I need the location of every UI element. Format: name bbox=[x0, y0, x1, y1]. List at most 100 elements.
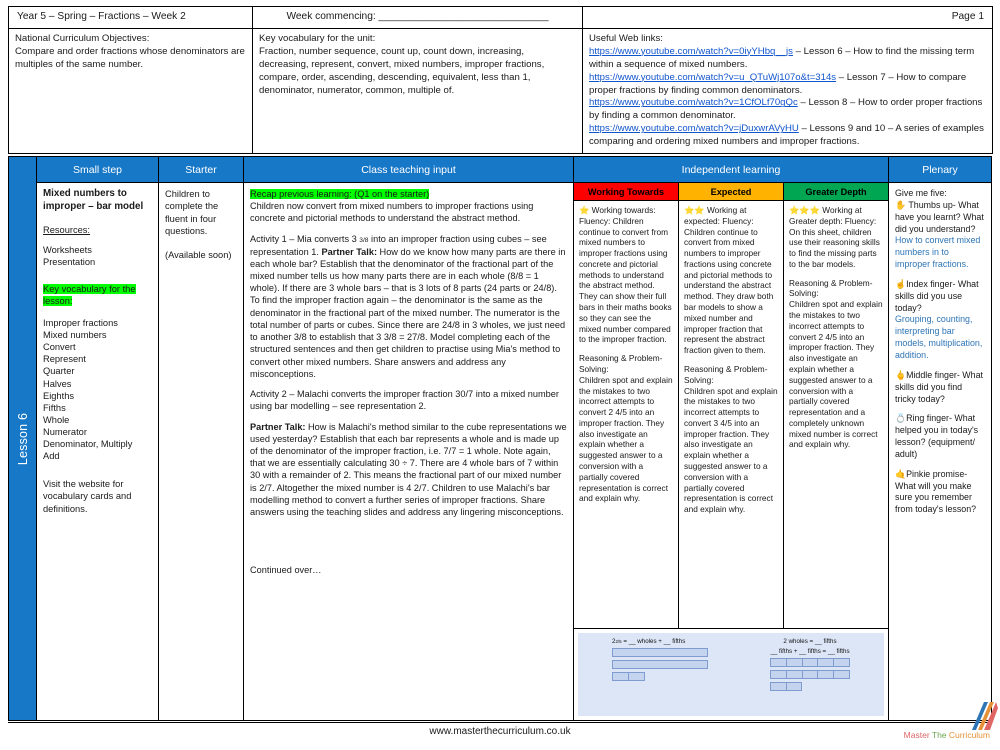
small-step-title: Mixed numbers to improper – bar model bbox=[43, 188, 144, 212]
bar-whole bbox=[612, 648, 708, 657]
teaching-recap-highlight: Recap previous learning: (Q1 on the star… bbox=[250, 189, 430, 199]
teaching-intro: Children now convert from mixed numbers … bbox=[250, 201, 534, 224]
web-link-url[interactable]: https://www.youtube.com/watch?v=0iyYHbq_… bbox=[589, 46, 793, 57]
teaching-recap: Recap previous learning: (Q1 on the star… bbox=[250, 188, 567, 200]
column-header-starter: Starter bbox=[159, 157, 243, 183]
nc-objectives-cell: National Curriculum Objectives: Compare … bbox=[8, 27, 253, 155]
starter-text: Children to complete the fluent in four … bbox=[165, 189, 219, 236]
expected-rps-text: Children spot and explain the mistakes t… bbox=[684, 385, 778, 515]
vocab-item: Add bbox=[43, 451, 60, 462]
column-class-teaching-input: Class teaching input Recap previous lear… bbox=[244, 157, 574, 720]
lesson-plan-page: Year 5 – Spring – Fractions – Week 2 Wee… bbox=[0, 0, 1000, 750]
resource-item: Presentation bbox=[43, 257, 96, 268]
bar-model-right-caption-2: __ fifths + __ fifths = __ fifths bbox=[770, 648, 850, 655]
plenary-item: 🤙Pinkie promise- What will you make sure… bbox=[895, 469, 985, 516]
lesson-vocabulary-label: Key vocabulary for the lesson: bbox=[43, 283, 136, 306]
resources-label: Resources: bbox=[43, 224, 91, 235]
plenary-question: Middle finger- What skills did you find … bbox=[895, 369, 984, 404]
document-header-table: Year 5 – Spring – Fractions – Week 2 Wee… bbox=[8, 6, 993, 155]
star-icon: ⭐⭐⭐ bbox=[789, 205, 820, 215]
plenary-item: 💍Ring finger- What helped you in today's… bbox=[895, 413, 985, 460]
partner-talk-label-2: Partner Talk: bbox=[250, 421, 306, 432]
column-plenary: Plenary Give me five: ✋ Thumbs up- What … bbox=[889, 157, 991, 720]
web-link-row: https://www.youtube.com/watch?v=u_QTuWj1… bbox=[589, 72, 986, 98]
hand-icon: ☝ bbox=[895, 278, 907, 289]
vocab-item: Numerator bbox=[43, 426, 87, 437]
expected-rps-label: Reasoning & Problem-Solving: bbox=[684, 363, 768, 385]
plenary-item: 🖕Middle finger- What skills did you find… bbox=[895, 370, 985, 406]
plenary-question: Pinkie promise- What will you make sure … bbox=[895, 468, 977, 515]
bar-two-fifths bbox=[770, 682, 802, 691]
web-link-url[interactable]: https://www.youtube.com/watch?v=u_QTuWj1… bbox=[589, 72, 836, 83]
lesson-spine-label: Lesson 6 bbox=[15, 412, 30, 465]
starter-note: (Available soon) bbox=[165, 250, 232, 261]
teaching-activity-2: Activity 2 – Malachi converts the improp… bbox=[250, 389, 559, 412]
greater-depth-rps-label: Reasoning & Problem-Solving: bbox=[789, 277, 873, 299]
lesson-vocabulary-list: Improper fractions Mixed numbers Convert… bbox=[43, 317, 152, 462]
column-header-plenary: Plenary bbox=[889, 157, 991, 183]
column-header-teaching: Class teaching input bbox=[244, 157, 573, 183]
plenary-item: ☝Index finger- What skills did you use t… bbox=[895, 279, 985, 362]
nc-objectives-title: National Curriculum Objectives: bbox=[15, 32, 150, 44]
column-independent-learning: Independent learning Working Towards ⭐ W… bbox=[574, 157, 889, 720]
bar-whole bbox=[612, 660, 708, 669]
working-towards-body: ⭐ Working towards: Fluency: Children con… bbox=[574, 201, 678, 628]
header-year-term: Year 5 – Spring – Fractions – Week 2 bbox=[8, 6, 253, 29]
bar-part bbox=[612, 672, 645, 681]
bar-fifths bbox=[770, 670, 850, 679]
web-link-url[interactable]: https://www.youtube.com/watch?v=1CfOLf70… bbox=[589, 97, 798, 108]
header-page-number: Page 1 bbox=[582, 6, 993, 29]
bar-model-right-caption-1: 2 wholes = __ fifths bbox=[783, 638, 837, 645]
web-link-row: https://www.youtube.com/watch?v=0iyYHbq_… bbox=[589, 46, 986, 72]
small-step-footer-note: Visit the website for vocabulary cards a… bbox=[43, 479, 132, 514]
footer-divider bbox=[8, 722, 992, 723]
bar-fifths bbox=[770, 658, 850, 667]
web-link-row: https://www.youtube.com/watch?v=1CfOLf70… bbox=[589, 97, 986, 123]
subcolumn-expected: Expected ⭐⭐ Working at expected: Fluency… bbox=[679, 183, 784, 628]
lesson-spine: Lesson 6 bbox=[9, 157, 37, 720]
starter-body: Children to complete the fluent in four … bbox=[159, 183, 243, 720]
vocab-item: Represent bbox=[43, 354, 86, 365]
plenary-answer: Grouping, counting, interpreting bar mod… bbox=[895, 314, 983, 360]
greater-depth-rps-text: Children spot and explain the mistakes t… bbox=[789, 299, 883, 450]
bar-model-inner: 22/5 = __ wholes + __ fifths 2 wholes = … bbox=[578, 633, 884, 716]
hand-icon: 💍 bbox=[895, 413, 907, 424]
weekly-planner-grid: Lesson 6 Small step Mixed numbers to imp… bbox=[8, 156, 992, 721]
star-icon: ⭐ bbox=[579, 205, 590, 215]
vocab-item: Eighths bbox=[43, 390, 75, 401]
independent-subcolumns: Working Towards ⭐ Working towards: Fluen… bbox=[574, 183, 888, 628]
header-row: Year 5 – Spring – Fractions – Week 2 Wee… bbox=[8, 6, 993, 29]
unit-vocabulary-cell: Key vocabulary for the unit: Fraction, n… bbox=[252, 27, 583, 155]
bar-model-right: 2 wholes = __ fifths __ fifths + __ fift… bbox=[770, 638, 850, 691]
vocab-item: Convert bbox=[43, 342, 76, 353]
plenary-question: Ring finger- What helped you in today's … bbox=[895, 413, 979, 459]
partner-talk-label: Partner Talk: bbox=[321, 246, 377, 257]
expected-header: Expected bbox=[679, 183, 783, 201]
vocab-item: Whole bbox=[43, 414, 70, 425]
column-header-independent: Independent learning bbox=[574, 157, 888, 183]
vocab-item: Improper fractions bbox=[43, 318, 118, 329]
expected-fluency-text: Working at expected: Fluency: Children c… bbox=[684, 205, 774, 356]
plenary-answer: How to convert mixed numbers in to impro… bbox=[895, 235, 981, 270]
bar-model-diagram: 22/5 = __ wholes + __ fifths 2 wholes = … bbox=[574, 628, 888, 720]
teaching-activity-1: Activity 1 – Mia converts 3 3/8 into an … bbox=[250, 233, 567, 380]
teaching-continued: Continued over… bbox=[250, 565, 322, 576]
unit-vocabulary-title: Key vocabulary for the unit: bbox=[259, 32, 376, 44]
column-starter: Starter Children to complete the fluent … bbox=[159, 157, 244, 720]
mixed-number-sentence: = __ wholes + __ fifths bbox=[621, 638, 686, 645]
brand-mark-icon bbox=[972, 702, 998, 730]
footer-website: www.masterthecurriculum.co.uk bbox=[429, 726, 571, 737]
header-week-commencing: Week commencing: _______________________… bbox=[252, 6, 583, 29]
working-towards-fluency: ⭐ Working towards: Fluency: Children con… bbox=[579, 205, 673, 345]
plenary-intro: Give me five: bbox=[895, 188, 947, 198]
activity1-lead: Activity 1 – Mia converts 3 bbox=[250, 233, 360, 244]
unit-vocabulary-text: Fraction, number sequence, count up, cou… bbox=[259, 45, 545, 96]
column-small-step: Small step Mixed numbers to improper – b… bbox=[37, 157, 159, 720]
activity1-body: How do we know how many parts are there … bbox=[250, 246, 566, 379]
hand-icon: ✋ bbox=[895, 199, 907, 210]
web-link-url[interactable]: https://www.youtube.com/watch?v=jDuxwrAV… bbox=[589, 123, 799, 134]
resource-item: Worksheets bbox=[43, 245, 92, 256]
star-icon: ⭐⭐ bbox=[684, 205, 705, 215]
web-link-row: https://www.youtube.com/watch?v=jDuxwrAV… bbox=[589, 123, 986, 149]
subcolumn-greater-depth: Greater Depth ⭐⭐⭐ Working at Greater dep… bbox=[784, 183, 888, 628]
